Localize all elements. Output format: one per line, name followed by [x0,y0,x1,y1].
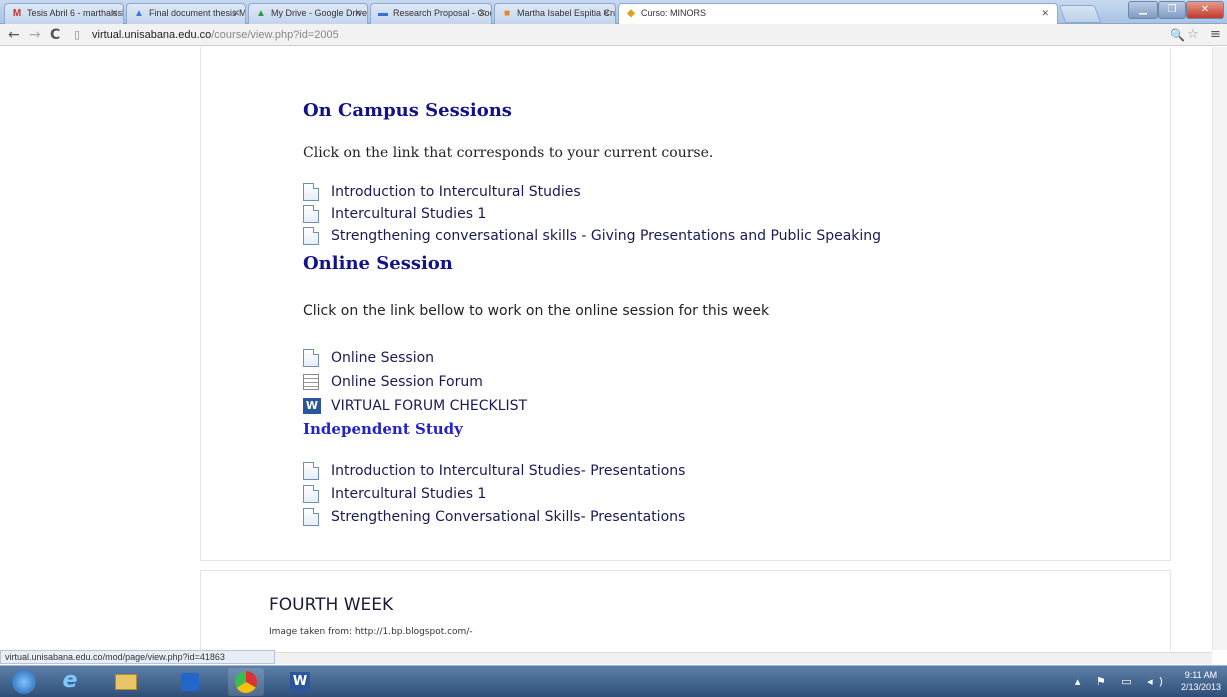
image-caption: Image taken from: http://1.bp.blogspot.c… [269,627,473,637]
close-tab-icon[interactable]: ✕ [354,4,362,23]
tab-label: Tesis Abril 6 - marthaissb [27,8,124,18]
link-label: Online Session [331,350,435,366]
word-icon[interactable]: W [282,668,318,696]
internet-explorer-icon[interactable]: e [52,668,88,696]
word-document-icon: W [303,398,321,414]
link-label: Introduction to Intercultural Studies- P… [331,463,686,479]
link-label: Introduction to Intercultural Studies [331,184,581,200]
online-session-heading: Online Session [303,253,453,274]
menu-icon[interactable]: ≡ [1210,26,1221,44]
maximize-button[interactable]: ❐ [1158,1,1186,19]
page-file-icon [303,205,319,223]
horizontal-scrollbar[interactable] [275,652,1212,664]
forward-icon[interactable]: → [29,26,41,44]
tab-strip: M Tesis Abril 6 - marthaissb ✕ ▲ Final d… [0,0,1227,25]
google-slides-icon: ▬ [378,8,388,19]
link-strengthening-conversational[interactable]: Strengthening conversational skills - Gi… [303,225,881,247]
online-instruction: Click on the link bellow to work on the … [303,303,770,319]
drive-doc-icon: ▲ [134,8,144,19]
moodle-icon: ◆ [627,8,635,19]
close-tab-icon[interactable]: ✕ [110,4,118,23]
link-label: VIRTUAL FORUM CHECKLIST [331,398,528,414]
link-online-session-forum[interactable]: Online Session Forum [303,371,483,393]
tab-gmail[interactable]: M Tesis Abril 6 - marthaissb ✕ [4,3,124,24]
office-icon: ■ [503,8,511,19]
start-button[interactable] [4,668,44,696]
link-intercultural-1-independent[interactable]: Intercultural Studies 1 [303,483,486,505]
tab-martha-isabel[interactable]: ■ Martha Isabel Espitia Cruz ✕ [494,3,616,24]
tab-label: Final document thesis Ma [149,8,246,18]
link-label: Strengthening Conversational Skills- Pre… [331,509,686,525]
vertical-scrollbar[interactable] [1212,47,1227,650]
close-tab-icon[interactable]: ✕ [232,4,240,23]
tab-label: My Drive - Google Drive [271,8,368,18]
reload-icon[interactable]: C [50,26,60,44]
on-campus-heading: On Campus Sessions [303,100,512,121]
new-tab-button[interactable] [1058,5,1102,23]
page-content: On Campus Sessions Click on the link tha… [0,47,1212,650]
page-file-icon [303,183,319,201]
link-intro-intercultural[interactable]: Introduction to Intercultural Studies [303,181,581,203]
tab-curso-minors[interactable]: ◆ Curso: MINORS ✕ [618,3,1058,25]
link-virtual-forum-checklist[interactable]: W VIRTUAL FORUM CHECKLIST [303,395,527,417]
link-label: Online Session Forum [331,374,483,390]
file-explorer-icon[interactable] [108,668,144,696]
minimize-button[interactable]: ▁ [1128,1,1158,19]
address-domain: virtual.unisabana.edu.co [92,29,212,41]
close-tab-icon[interactable]: ✕ [1041,4,1049,23]
tab-label: Research Proposal - Goog [393,8,492,18]
tab-label: Curso: MINORS [641,8,707,18]
on-campus-instruction: Click on the link that corresponds to yo… [303,145,714,161]
status-bar-url: virtual.unisabana.edu.co/mod/page/view.p… [0,650,275,664]
chrome-icon[interactable] [228,668,264,696]
link-label: Strengthening conversational skills - Gi… [331,228,882,244]
page-file-icon [303,462,319,480]
system-tray-icons[interactable]: ▴ ⚑ ▭ ◂) [1075,675,1169,688]
tab-final-document[interactable]: ▲ Final document thesis Ma ✕ [126,3,246,24]
tab-label: Martha Isabel Espitia Cruz [517,8,616,18]
link-intercultural-1[interactable]: Intercultural Studies 1 [303,203,486,225]
close-tab-icon[interactable]: ✕ [602,4,610,23]
page-icon: ▯ [74,28,81,41]
page-file-icon [303,485,319,503]
page-file-icon [303,349,319,367]
address-bar[interactable]: virtual.unisabana.edu.co/course/view.php… [92,26,1092,44]
address-path: /course/view.php?id=2005 [211,29,339,41]
bookmark-star-icon[interactable]: ☆ [1187,26,1199,44]
media-player-icon[interactable] [172,668,208,696]
tab-google-drive[interactable]: ▲ My Drive - Google Drive ✕ [248,3,368,24]
clock[interactable]: 9:11 AM 2/13/2013 [1181,669,1221,693]
forum-icon [303,374,319,390]
close-tab-icon[interactable]: ✕ [478,4,486,23]
clock-date: 2/13/2013 [1180,682,1221,692]
clock-time: 9:11 AM [1184,670,1218,680]
page-file-icon [303,227,319,245]
link-label: Intercultural Studies 1 [331,206,487,222]
page-file-icon [303,508,319,526]
tab-research-proposal[interactable]: ▬ Research Proposal - Goog ✕ [370,3,492,24]
fourth-week-heading: FOURTH WEEK [269,595,394,615]
windows-taskbar: e W ▴ ⚑ ▭ ◂) 9:11 AM 2/13/2013 [0,665,1227,697]
browser-toolbar: ← → C ▯ virtual.unisabana.edu.co/course/… [0,24,1227,46]
google-drive-icon: ▲ [256,8,266,19]
link-online-session[interactable]: Online Session [303,347,434,369]
link-strengthening-presentations[interactable]: Strengthening Conversational Skills- Pre… [303,506,685,528]
link-intro-presentations[interactable]: Introduction to Intercultural Studies- P… [303,460,685,482]
independent-study-heading: Independent Study [303,420,463,438]
link-label: Intercultural Studies 1 [331,486,487,502]
back-icon[interactable]: ← [8,26,20,44]
zoom-icon[interactable]: 🔍 [1170,26,1185,44]
close-window-button[interactable]: ✕ [1186,1,1224,19]
gmail-icon: M [12,8,22,19]
